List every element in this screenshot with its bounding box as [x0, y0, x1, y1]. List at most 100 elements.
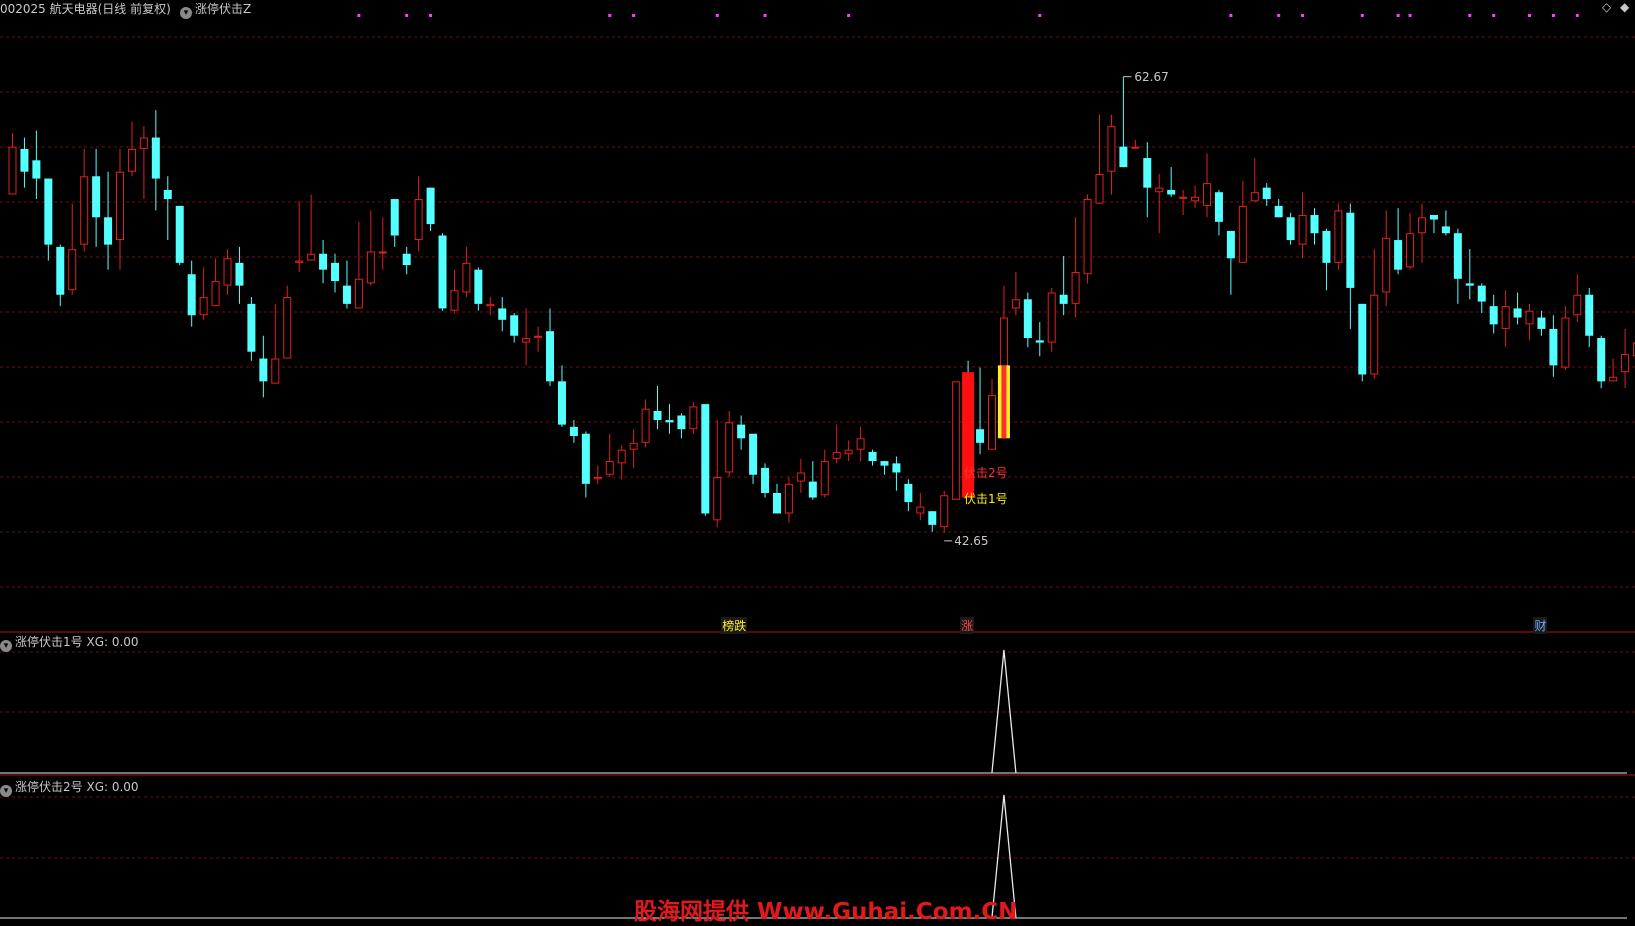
high-price-value: 62.67 — [1134, 69, 1169, 84]
candle-body — [80, 176, 89, 245]
candle-body — [510, 315, 519, 336]
candle-body — [187, 274, 196, 316]
candle-body — [904, 483, 913, 503]
candle-body — [139, 137, 148, 149]
top-marker — [1551, 14, 1555, 17]
event-label-drop[interactable]: 榜跌 — [721, 617, 748, 634]
candle-body — [1167, 189, 1176, 195]
candle-body — [223, 258, 232, 286]
candle-body — [1549, 328, 1558, 366]
candle-body — [175, 205, 184, 263]
indicator-1-value: XG: 0.00 — [86, 635, 139, 649]
candle-body — [1322, 230, 1331, 263]
indicator-2-value: XG: 0.00 — [86, 780, 139, 794]
candle-body — [390, 199, 399, 236]
candle-body — [474, 269, 483, 304]
candle-body — [689, 406, 698, 430]
top-marker — [1408, 14, 1412, 17]
candle-body — [1262, 187, 1271, 200]
signal-label-1: 伏击1号 — [964, 492, 1008, 506]
candle-body — [1071, 271, 1080, 304]
candle-body — [844, 449, 853, 455]
candle-body — [1131, 146, 1140, 149]
candle-body — [127, 148, 136, 172]
candle-body — [1334, 210, 1343, 263]
candle-body — [462, 262, 471, 293]
candle-body — [92, 176, 101, 218]
candle-body — [1346, 212, 1355, 288]
candle-body — [319, 253, 328, 270]
candle-body — [1489, 306, 1498, 325]
candle-body — [211, 281, 220, 307]
signal-label-2: 伏击2号 — [964, 466, 1008, 480]
candle-body — [1621, 353, 1630, 373]
candle-body — [1286, 217, 1295, 241]
candle-body — [235, 262, 244, 286]
candle-body — [402, 253, 411, 266]
top-marker — [357, 14, 361, 17]
indicator-1-icon[interactable]: ▾ — [0, 640, 12, 652]
candle-body — [916, 506, 925, 514]
top-marker — [1038, 14, 1042, 17]
candle-body — [605, 461, 614, 475]
candle-body — [713, 477, 722, 521]
candle-body — [1513, 308, 1522, 318]
event-label-finance[interactable]: 财 — [1533, 617, 1548, 634]
candle-body — [307, 253, 316, 261]
candle-body — [1465, 283, 1474, 286]
candle-body — [354, 278, 363, 309]
candle-body — [259, 358, 268, 382]
candle-body — [116, 171, 125, 241]
candle-body — [796, 472, 805, 482]
top-marker — [1492, 14, 1496, 17]
candle-body — [761, 467, 770, 493]
candle-body — [1585, 294, 1594, 336]
candle-body — [725, 422, 734, 473]
candle-body — [677, 415, 686, 430]
candle-body — [1370, 294, 1379, 375]
event-label-rise[interactable]: 涨 — [960, 617, 975, 634]
candle-body — [1155, 187, 1164, 193]
low-price-value: 42.65 — [954, 533, 989, 548]
candle-body — [378, 251, 387, 254]
candle-body — [1418, 217, 1427, 234]
candle-body — [653, 410, 662, 421]
signal-bar-core — [1001, 365, 1007, 439]
candle-body — [1525, 310, 1534, 325]
candle-body — [1573, 294, 1582, 316]
candle-body — [151, 137, 160, 179]
candle-body — [940, 495, 949, 528]
candle-body — [522, 338, 531, 343]
candle-body — [498, 308, 507, 320]
candle-body — [1501, 306, 1510, 329]
top-marker — [632, 14, 636, 17]
candle-body — [1011, 299, 1020, 309]
candle-body — [104, 217, 113, 245]
candle-body — [1477, 285, 1486, 302]
indicator-2-name: 涨停伏击2号 — [15, 780, 83, 794]
candle-body — [952, 381, 961, 500]
watermark: 股海网提供 Www.Guhai.Com.CN — [634, 899, 1018, 925]
candle-body — [1561, 317, 1570, 368]
candle-body — [1226, 230, 1235, 259]
candle-body — [486, 303, 495, 307]
candle-body — [1059, 294, 1068, 304]
candle-body — [1107, 126, 1116, 172]
candle-body — [283, 297, 292, 359]
candle-body — [450, 290, 459, 311]
candle-body — [1382, 237, 1391, 293]
indicator-2-icon[interactable]: ▾ — [0, 785, 12, 797]
candle-body — [1453, 233, 1462, 279]
candle-body — [1298, 215, 1307, 245]
candle-body — [20, 148, 29, 172]
candle-body — [928, 511, 937, 525]
candle-body — [629, 442, 638, 450]
candle-body — [1429, 215, 1438, 220]
candle-body — [808, 481, 817, 498]
top-marker — [1360, 14, 1364, 17]
candle-body — [56, 246, 65, 295]
candle-body — [1250, 192, 1259, 202]
candle-body — [1441, 226, 1450, 234]
candle-body — [1597, 338, 1606, 382]
candlestick-chart[interactable] — [0, 0, 1635, 924]
